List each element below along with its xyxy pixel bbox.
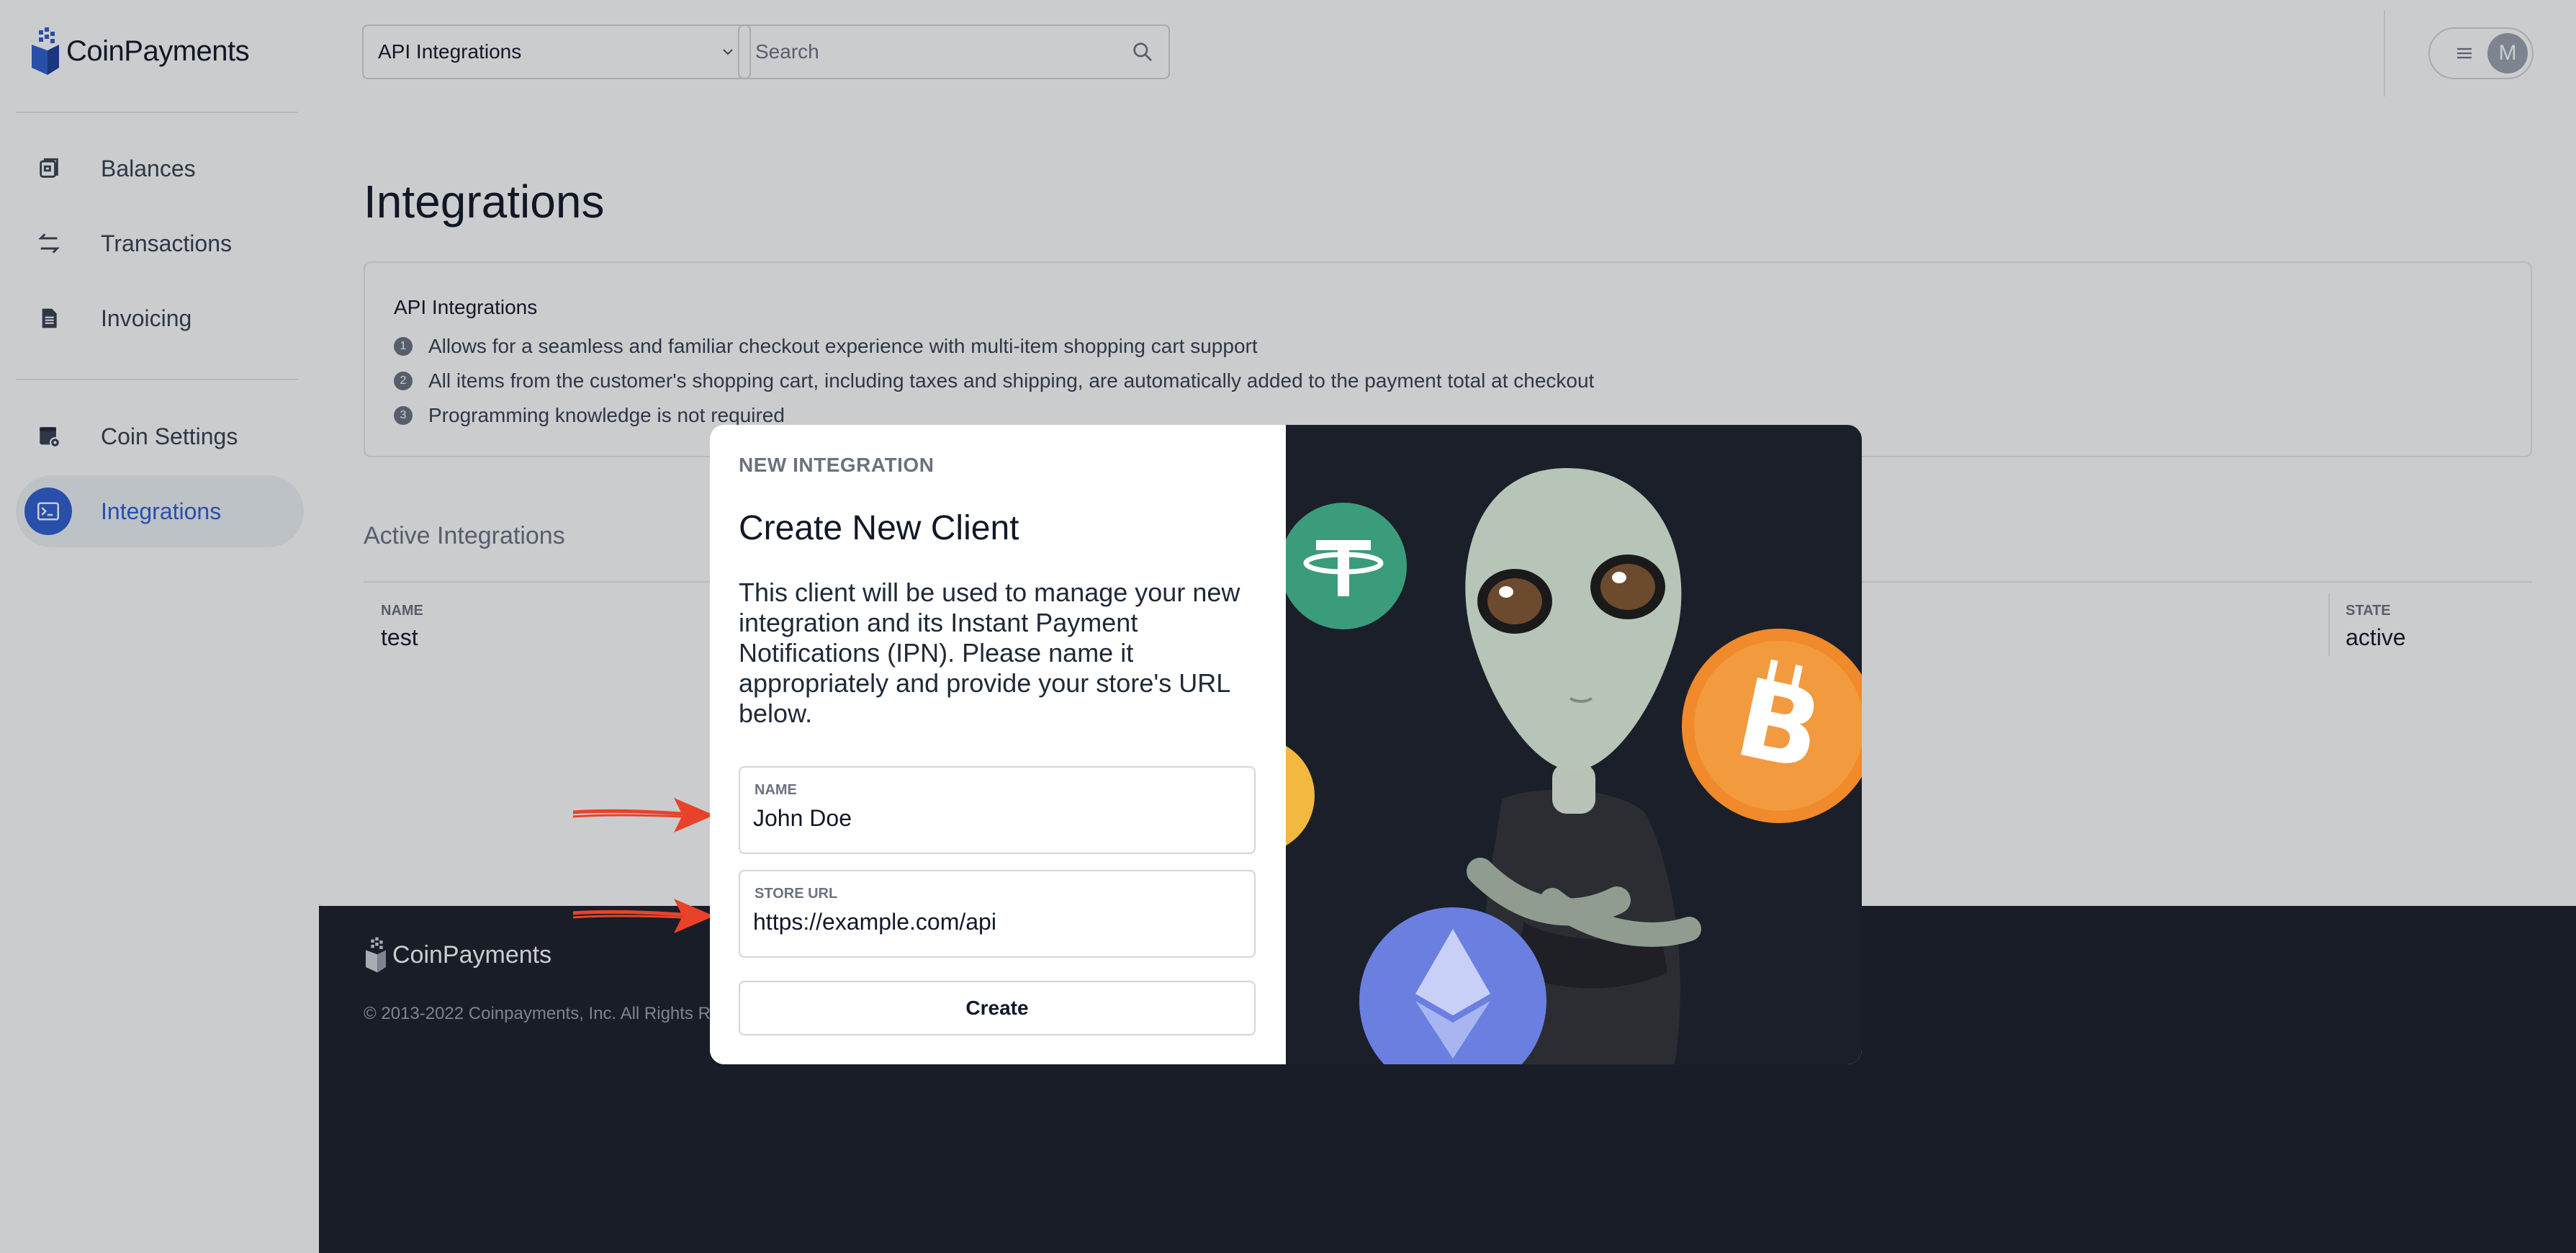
name-field[interactable]: NAME (739, 766, 1256, 854)
tether-coin-icon (1286, 503, 1407, 629)
create-button[interactable]: Create (739, 981, 1256, 1036)
modal-form-panel: NEW INTEGRATION Create New Client This c… (710, 425, 1286, 1064)
annotation-arrow-icon (573, 899, 714, 933)
name-field-label: NAME (755, 782, 797, 798)
store-url-field-label: STORE URL (755, 886, 838, 902)
modal-eyebrow: NEW INTEGRATION (739, 454, 935, 476)
bitcoin-coin-icon: B (1682, 629, 1862, 823)
annotation-arrow-icon (573, 798, 714, 832)
alien-crypto-illustration: B (1286, 468, 1862, 1064)
modal-title: Create New Client (739, 509, 1019, 547)
store-url-field[interactable]: STORE URL (739, 870, 1256, 958)
modal-illustration-panel: B (1286, 425, 1862, 1064)
create-client-modal: NEW INTEGRATION Create New Client This c… (710, 425, 1862, 1064)
modal-description: This client will be used to manage your … (739, 578, 1240, 728)
gold-coin-icon (1286, 745, 1315, 846)
name-input[interactable] (753, 805, 1228, 832)
store-url-input[interactable] (753, 909, 1228, 935)
